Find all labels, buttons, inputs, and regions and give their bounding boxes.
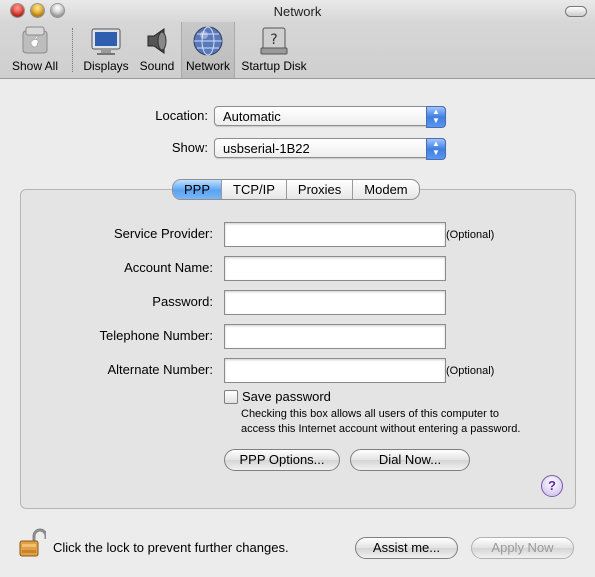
ppp-options-button[interactable]: PPP Options...: [224, 449, 340, 471]
alternate-number-field[interactable]: [224, 358, 446, 383]
save-password-hint-line1: Checking this box allows all users of th…: [241, 408, 500, 420]
toolbar-sound[interactable]: Sound: [136, 22, 178, 78]
location-label: Location:: [155, 108, 208, 123]
display-icon: [91, 28, 121, 55]
help-button[interactable]: ?: [541, 475, 563, 497]
svg-text:?: ?: [270, 32, 277, 48]
service-provider-label: Service Provider:: [114, 226, 213, 241]
telephone-number-field[interactable]: [224, 324, 446, 349]
toolbar-label-show-all: Show All: [11, 59, 59, 73]
dial-now-button[interactable]: Dial Now...: [350, 449, 470, 471]
telephone-number-label: Telephone Number:: [99, 328, 213, 343]
location-popup[interactable]: Automatic ▲ ▼: [214, 106, 446, 128]
account-name-label: Account Name:: [124, 260, 213, 275]
show-popup[interactable]: usbserial-1B22 ▲ ▼: [214, 138, 446, 160]
toolbar-displays[interactable]: Displays: [80, 22, 132, 78]
popup-arrows-icon: ▲ ▼: [426, 138, 446, 160]
toolbar-toggle-button[interactable]: [565, 6, 587, 17]
window-title: Network: [273, 4, 322, 19]
tab-tcpip[interactable]: TCP/IP: [222, 180, 287, 199]
lock-status-text: Click the lock to prevent further change…: [53, 540, 289, 555]
title-toolbar: Network Show All Displays Sound Network …: [0, 0, 595, 79]
tab-modem[interactable]: Modem: [353, 180, 418, 199]
show-label: Show:: [171, 140, 208, 155]
toolbar-startup-disk[interactable]: ? Startup Disk: [238, 22, 310, 78]
toolbar-label-network: Network: [185, 59, 230, 73]
password-label: Password:: [152, 294, 213, 309]
save-password-label[interactable]: Save password: [242, 389, 331, 404]
location-value: Automatic: [223, 109, 281, 124]
save-password-hint-line2: access this Internet account without ent…: [241, 423, 521, 435]
service-provider-field[interactable]: [224, 222, 446, 247]
toolbar-show-all[interactable]: Show All: [6, 22, 64, 78]
password-field[interactable]: [224, 290, 446, 315]
toolbar-separator: [72, 28, 73, 72]
tab-proxies[interactable]: Proxies: [287, 180, 354, 199]
toolbar-network[interactable]: Network: [181, 22, 235, 78]
alternate-number-label: Alternate Number:: [107, 362, 214, 377]
service-provider-optional-note: (Optional): [446, 229, 495, 241]
unlocked-padlock-icon[interactable]: [18, 528, 46, 558]
apply-now-button[interactable]: Apply Now: [471, 537, 574, 559]
tab-ppp[interactable]: PPP: [173, 180, 223, 199]
globe-icon: [193, 26, 223, 56]
toolbar-label-startup-disk: Startup Disk: [241, 59, 307, 73]
popup-arrows-icon: ▲ ▼: [426, 106, 446, 128]
account-name-field[interactable]: [224, 256, 446, 281]
show-value: usbserial-1B22: [223, 141, 310, 156]
toolbar-label-displays: Displays: [83, 59, 129, 73]
tab-bar: PPP TCP/IP Proxies Modem: [172, 179, 420, 200]
save-password-checkbox[interactable]: [224, 390, 238, 404]
save-password-hint: Checking this box allows all users of th…: [241, 407, 561, 437]
hard-disk-icon: ?: [260, 27, 288, 55]
assist-me-button[interactable]: Assist me...: [355, 537, 458, 559]
speaker-icon: [147, 28, 167, 54]
network-preferences-window: Network Show All Displays Sound Network …: [0, 0, 595, 577]
toolbar-label-sound: Sound: [139, 59, 175, 73]
alternate-number-optional-note: (Optional): [446, 365, 495, 377]
apple-logo-icon: [22, 26, 48, 54]
